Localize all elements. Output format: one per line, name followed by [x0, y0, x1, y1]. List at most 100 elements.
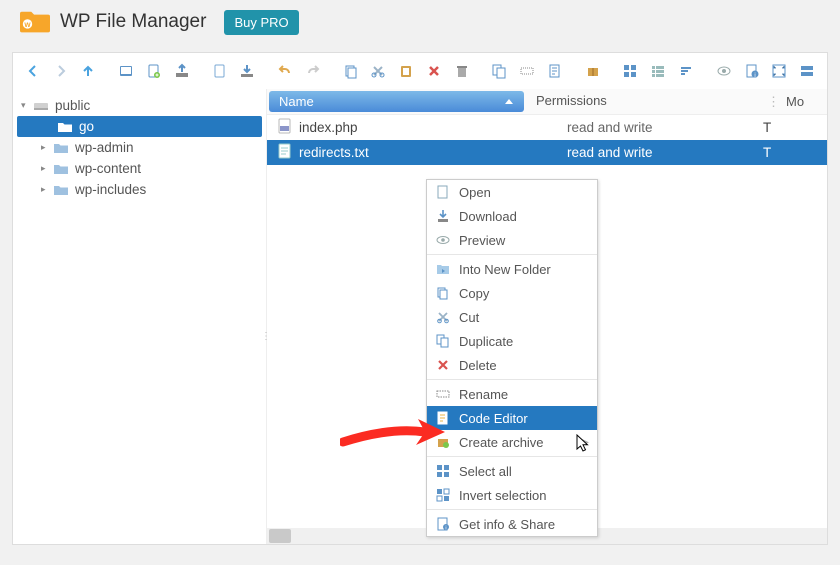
into-folder-icon [435, 261, 451, 277]
column-permissions[interactable]: Permissions [526, 89, 761, 114]
paste-button[interactable] [394, 59, 418, 83]
sort-asc-icon [504, 97, 514, 107]
folder-icon [53, 141, 69, 155]
copy-button[interactable] [339, 59, 363, 83]
tree-root[interactable]: ▾ public [13, 95, 266, 116]
app-logo-icon: W [20, 8, 50, 36]
collapse-icon: ▾ [21, 100, 33, 111]
ctx-copy[interactable]: Copy [427, 281, 597, 305]
delete-button[interactable] [422, 59, 446, 83]
expand-icon: ▸ [41, 184, 53, 195]
sort-button[interactable] [674, 59, 698, 83]
svg-text:i: i [754, 73, 755, 79]
extract-button[interactable] [581, 59, 605, 83]
cut-button[interactable] [366, 59, 390, 83]
invert-icon [435, 487, 451, 503]
file-mod: T [757, 120, 771, 135]
download-button[interactable] [235, 59, 259, 83]
tree-item-wp-admin[interactable]: ▸ wp-admin [13, 137, 266, 158]
file-row[interactable]: redirects.txt read and write T [267, 140, 827, 165]
column-name[interactable]: Name [269, 91, 524, 112]
ctx-separator [427, 254, 597, 255]
tree-item-wp-content[interactable]: ▸ wp-content [13, 158, 266, 179]
duplicate-icon [435, 333, 451, 349]
ctx-code-editor[interactable]: Code Editor [427, 406, 597, 430]
info-button[interactable]: i [740, 59, 764, 83]
preview-button[interactable] [712, 59, 736, 83]
file-perm: read and write [522, 145, 757, 160]
ctx-invert-selection[interactable]: Invert selection [427, 483, 597, 507]
forward-button[interactable] [49, 59, 73, 83]
tree-item-go[interactable]: go [17, 116, 262, 137]
column-headers: Name Permissions ⋮ Mo [267, 89, 827, 115]
icons-view-button[interactable] [619, 59, 643, 83]
duplicate-button[interactable] [488, 59, 512, 83]
file-perm: read and write [522, 120, 757, 135]
tree-item-label: go [79, 119, 254, 134]
redo-button[interactable] [301, 59, 325, 83]
mouse-cursor-icon [576, 434, 592, 457]
new-file-button[interactable] [142, 59, 166, 83]
sidebar: ▾ public go ▸ wp-admin ▸ wp-content ▸ wp… [13, 89, 267, 544]
column-modified-label: Mo [786, 94, 804, 109]
copy-icon [435, 285, 451, 301]
folder-icon [53, 183, 69, 197]
delete-icon [435, 357, 451, 373]
ctx-select-all[interactable]: Select all [427, 459, 597, 483]
ctx-cut[interactable]: Cut [427, 305, 597, 329]
ctx-separator [427, 379, 597, 380]
column-name-label: Name [279, 94, 314, 109]
download-icon [435, 208, 451, 224]
info-icon: i [435, 516, 451, 532]
svg-text:W: W [24, 22, 31, 29]
tree-item-wp-includes[interactable]: ▸ wp-includes [13, 179, 266, 200]
ctx-get-info[interactable]: iGet info & Share [427, 512, 597, 536]
undo-button[interactable] [273, 59, 297, 83]
ctx-preview[interactable]: Preview [427, 228, 597, 252]
php-file-icon [277, 118, 293, 137]
tree-item-label: wp-content [75, 161, 258, 176]
column-permissions-label: Permissions [536, 93, 607, 108]
edit-button[interactable] [543, 59, 567, 83]
file-name: redirects.txt [299, 145, 369, 160]
netmount-button[interactable] [114, 59, 138, 83]
app-title: WP File Manager [60, 11, 206, 33]
empty-button[interactable] [450, 59, 474, 83]
column-modified[interactable]: ⋮ Mo [761, 89, 810, 114]
ctx-into-new-folder[interactable]: Into New Folder [427, 257, 597, 281]
buy-pro-button[interactable]: Buy PRO [224, 10, 298, 35]
back-button[interactable] [21, 59, 45, 83]
file-name: index.php [299, 120, 358, 135]
ctx-rename[interactable]: Rename [427, 382, 597, 406]
file-row[interactable]: index.php read and write T [267, 115, 827, 140]
ctx-create-archive[interactable]: Create archive▶ [427, 430, 597, 454]
scrollbar-thumb[interactable] [269, 529, 291, 543]
list-view-button[interactable] [646, 59, 670, 83]
ctx-download[interactable]: Download [427, 204, 597, 228]
rename-button[interactable] [515, 59, 539, 83]
annotation-arrow [340, 412, 450, 455]
up-button[interactable] [77, 59, 101, 83]
rename-icon [435, 386, 451, 402]
app-header: W WP File Manager Buy PRO [0, 0, 840, 44]
ctx-duplicate[interactable]: Duplicate [427, 329, 597, 353]
toolbar: i [12, 52, 828, 89]
fullscreen-button[interactable] [768, 59, 792, 83]
folder-open-icon [57, 120, 73, 134]
open-button[interactable] [208, 59, 232, 83]
tree-root-label: public [55, 98, 258, 113]
main-panel: ▾ public go ▸ wp-admin ▸ wp-content ▸ wp… [12, 89, 828, 545]
tree-item-label: wp-admin [75, 140, 258, 155]
expand-icon: ▸ [41, 142, 53, 153]
svg-text:i: i [445, 526, 446, 532]
ctx-open[interactable]: Open [427, 180, 597, 204]
open-icon [435, 184, 451, 200]
cut-icon [435, 309, 451, 325]
grip-icon: ⋮ [767, 94, 780, 110]
upload-button[interactable] [170, 59, 194, 83]
settings-button[interactable] [795, 59, 819, 83]
drive-icon [33, 99, 49, 113]
file-mod: T [757, 145, 771, 160]
ctx-delete[interactable]: Delete [427, 353, 597, 377]
tree-item-label: wp-includes [75, 182, 258, 197]
